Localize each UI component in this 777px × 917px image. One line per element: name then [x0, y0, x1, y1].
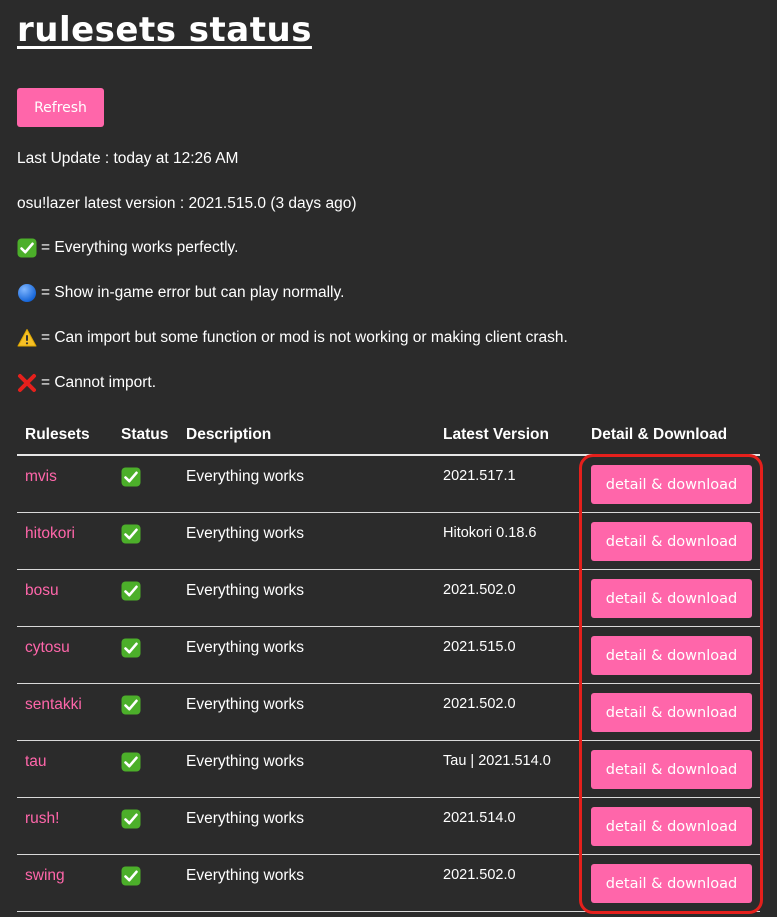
table-row: cytosu Everything works 2021.515.0 detai… — [17, 626, 760, 684]
table-row: swing Everything works 2021.502.0 detail… — [17, 854, 760, 912]
table-row: bosu Everything works 2021.502.0 detail … — [17, 569, 760, 627]
check-mark-icon — [121, 684, 141, 715]
ruleset-name-link[interactable]: sentakki — [25, 684, 105, 714]
table-row: hitokori Everything works Hitokori 0.18.… — [17, 512, 760, 570]
ruleset-name-link[interactable]: mvis — [25, 456, 105, 486]
blue-circle-icon — [17, 283, 37, 303]
legend-item-ingame-error: = Show in-game error but can play normal… — [17, 283, 344, 303]
table-row: rush! Everything works 2021.514.0 detail… — [17, 797, 760, 855]
legend-item-partial: = Can import but some function or mod is… — [17, 328, 568, 348]
detail-download-button[interactable]: detail & download — [591, 693, 752, 732]
description-text: Everything works — [186, 753, 305, 770]
ruleset-name-link[interactable]: rush! — [25, 798, 105, 828]
refresh-button[interactable]: Refresh — [17, 88, 104, 127]
legend-text: = Can import but some function or mod is… — [41, 329, 568, 346]
description-text: Everything works — [186, 582, 305, 599]
check-mark-icon — [121, 456, 141, 487]
header-rulesets: Rulesets — [17, 416, 113, 456]
header-description: Description — [178, 416, 435, 456]
detail-download-button[interactable]: detail & download — [591, 636, 752, 675]
rulesets-status-page: rulesets status Refresh Last Update : to… — [0, 0, 777, 917]
header-status: Status — [113, 416, 178, 456]
version-text: Tau | 2021.514.0 — [443, 753, 551, 769]
description-text: Everything works — [186, 468, 305, 485]
check-mark-icon — [121, 513, 141, 544]
last-update-text: Last Update : today at 12:26 AM — [17, 150, 239, 167]
version-text: 2021.502.0 — [443, 867, 516, 883]
detail-download-button[interactable]: detail & download — [591, 465, 752, 504]
detail-download-button[interactable]: detail & download — [591, 579, 752, 618]
version-text: 2021.502.0 — [443, 696, 516, 712]
detail-download-button[interactable]: detail & download — [591, 750, 752, 789]
description-text: Everything works — [186, 525, 305, 542]
legend-item-works: = Everything works perfectly. — [17, 238, 238, 258]
legend-text: = Show in-game error but can play normal… — [41, 284, 345, 301]
version-text: 2021.502.0 — [443, 582, 516, 598]
ruleset-name-link[interactable]: swing — [25, 855, 105, 885]
warning-icon — [17, 328, 37, 348]
ruleset-name-link[interactable]: cytosu — [25, 627, 105, 657]
header-detail-download: Detail & Download — [583, 416, 760, 456]
description-text: Everything works — [186, 867, 305, 884]
legend-text: = Everything works perfectly. — [41, 239, 239, 256]
rulesets-table: Rulesets Status Description Latest Versi… — [17, 416, 760, 912]
ruleset-name-link[interactable]: bosu — [25, 570, 105, 600]
detail-download-button[interactable]: detail & download — [591, 522, 752, 561]
legend-text: = Cannot import. — [41, 374, 157, 391]
check-mark-icon — [17, 238, 37, 258]
header-latest-version: Latest Version — [435, 416, 583, 456]
cross-mark-icon — [17, 373, 37, 393]
version-text: 2021.514.0 — [443, 810, 516, 826]
ruleset-name-link[interactable]: hitokori — [25, 513, 105, 543]
check-mark-icon — [121, 570, 141, 601]
check-mark-icon — [121, 741, 141, 772]
table-row: sentakki Everything works 2021.502.0 det… — [17, 683, 760, 741]
check-mark-icon — [121, 798, 141, 829]
version-text: 2021.517.1 — [443, 468, 516, 484]
latest-version-text: osu!lazer latest version : 2021.515.0 (3… — [17, 195, 357, 212]
page-title: rulesets status — [17, 10, 312, 50]
detail-download-button[interactable]: detail & download — [591, 807, 752, 846]
table-header-row: Rulesets Status Description Latest Versi… — [17, 416, 760, 456]
check-mark-icon — [121, 855, 141, 886]
description-text: Everything works — [186, 639, 305, 656]
detail-download-button[interactable]: detail & download — [591, 864, 752, 903]
table-row: mvis Everything works 2021.517.1 detail … — [17, 455, 760, 513]
version-text: 2021.515.0 — [443, 639, 516, 655]
ruleset-name-link[interactable]: tau — [25, 741, 105, 771]
version-text: Hitokori 0.18.6 — [443, 525, 537, 541]
legend-item-cannot-import: = Cannot import. — [17, 373, 156, 393]
description-text: Everything works — [186, 696, 305, 713]
table-row: tau Everything works Tau | 2021.514.0 de… — [17, 740, 760, 798]
description-text: Everything works — [186, 810, 305, 827]
check-mark-icon — [121, 627, 141, 658]
